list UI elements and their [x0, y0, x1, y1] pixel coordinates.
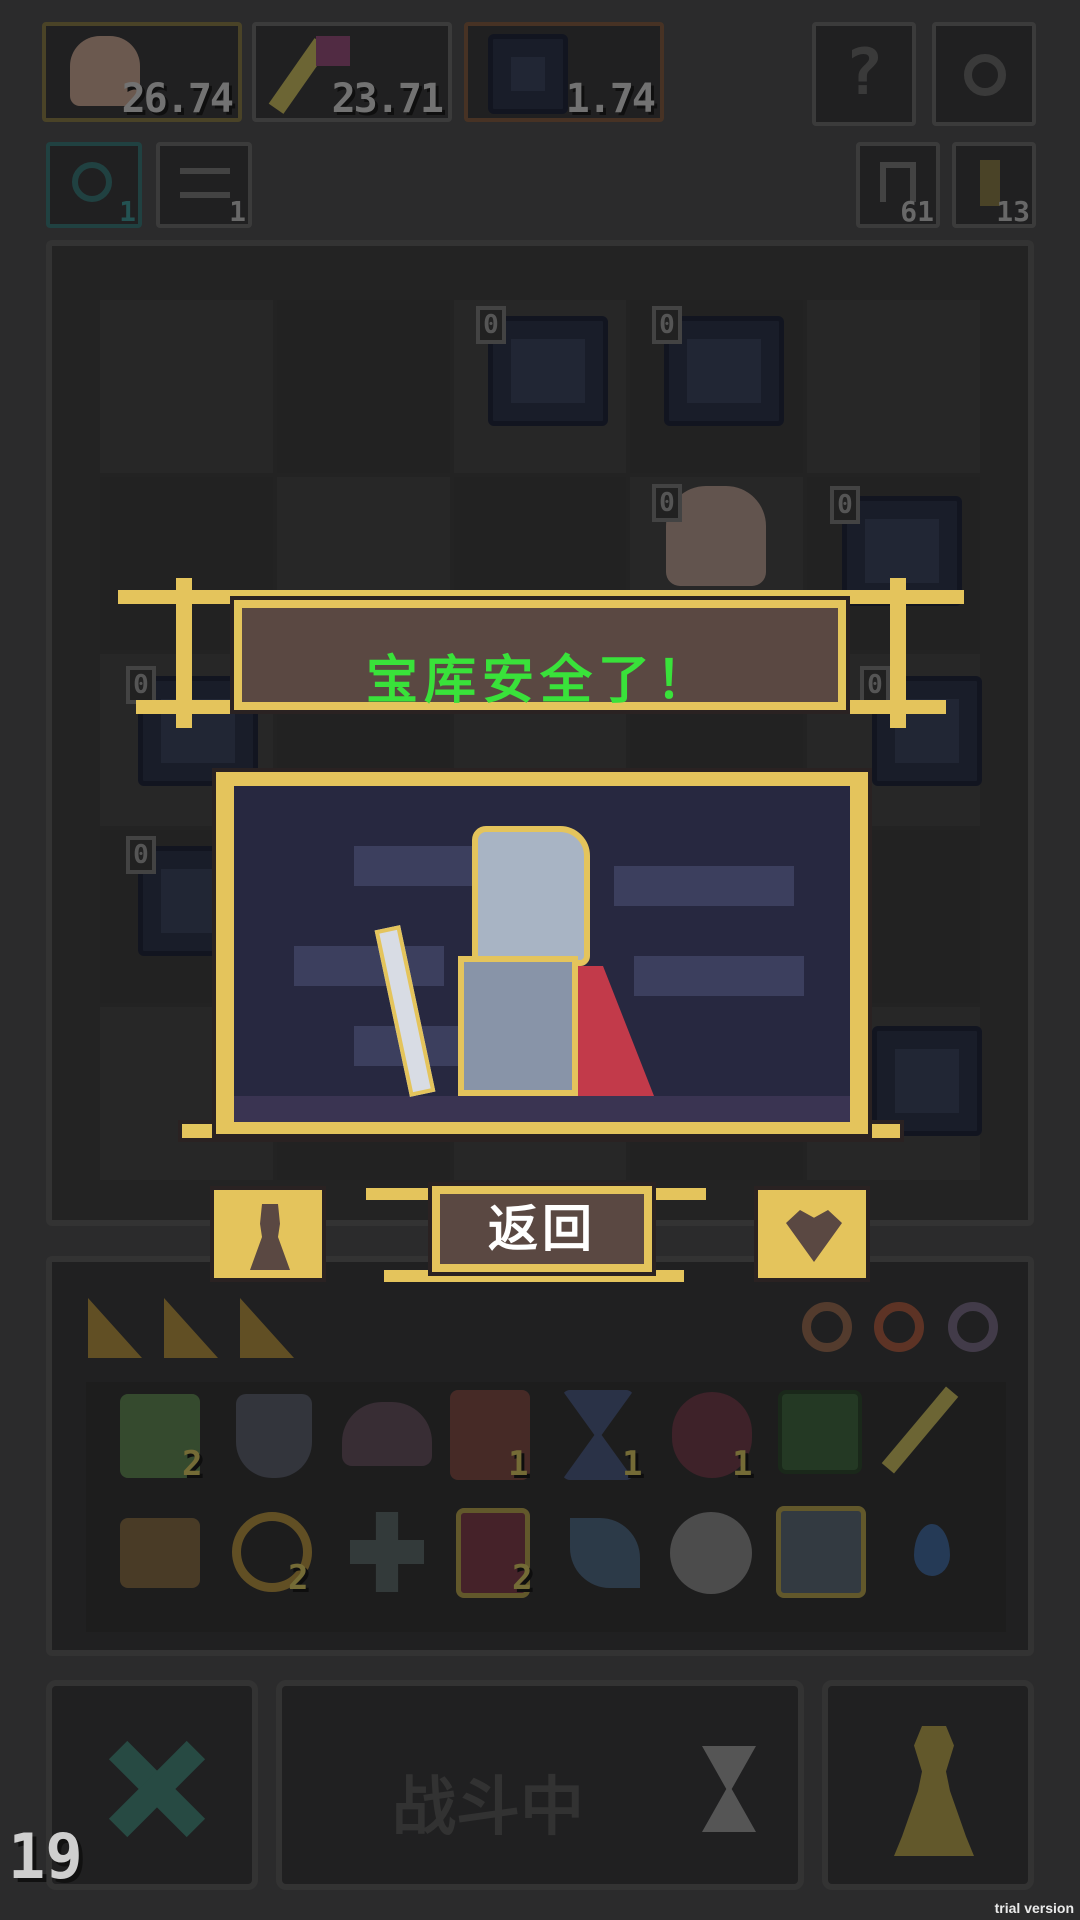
return-button[interactable]: 返回 [428, 1182, 656, 1276]
egg-item-icon[interactable] [670, 1512, 752, 1594]
staff-head-icon [316, 36, 350, 66]
help-button[interactable]: ? [812, 22, 916, 126]
trial-watermark: trial version [994, 1900, 1074, 1916]
scene-frame [212, 768, 872, 1138]
refresh-button[interactable]: 61 [856, 142, 940, 228]
banner-post-left [176, 578, 192, 728]
ring-icon [874, 1302, 924, 1352]
battle-label: 战斗中 [392, 1771, 584, 1845]
ring-icon [802, 1302, 852, 1352]
wall-brick [294, 946, 444, 986]
refresh-count: 61 [900, 195, 934, 228]
item-slots [86, 1382, 1006, 1632]
vault-tag: 0 [652, 484, 682, 522]
settings-button[interactable] [932, 22, 1036, 126]
floor [234, 1096, 850, 1122]
wall-brick [354, 846, 484, 886]
item-count: 1 [732, 1444, 753, 1484]
vault-tile[interactable] [488, 316, 608, 426]
ring-icon [948, 1302, 998, 1352]
clock-count: 1 [119, 195, 136, 228]
resource-value: 1.74 [565, 76, 656, 122]
scene-window [234, 786, 850, 1122]
heart-icon [786, 1210, 842, 1262]
knight-body-icon [458, 956, 578, 1096]
knight-helmet-icon [472, 826, 590, 966]
pawn-icon [250, 1204, 290, 1270]
item-count: 1 [622, 1444, 643, 1484]
gear-icon [964, 54, 1006, 96]
board-cell[interactable] [276, 300, 450, 473]
vault-icon [488, 34, 568, 114]
vault-tile[interactable] [664, 316, 784, 426]
inventory-panel: 2 1 1 1 2 2 [46, 1256, 1034, 1656]
vault-tag: 0 [126, 666, 156, 704]
banner-post-right [890, 578, 906, 728]
wall-brick [614, 866, 794, 906]
clock-icon [72, 162, 112, 202]
dialog-title: 宝库安全了！ [365, 651, 714, 711]
key-button[interactable]: 13 [952, 142, 1036, 228]
resource-vault[interactable]: 1.74 [464, 22, 664, 122]
vault-tag: 0 [652, 306, 682, 344]
shard-icon [88, 1298, 142, 1358]
board-cell[interactable] [100, 300, 273, 473]
return-label: 返回 [488, 1200, 596, 1258]
vault-tag: 0 [860, 666, 890, 704]
pawn-side-button[interactable] [210, 1186, 326, 1282]
board-cell[interactable] [807, 300, 980, 473]
resource-hero[interactable]: 26.74 [42, 22, 242, 122]
vault-tag: 0 [126, 836, 156, 874]
swap-icon [180, 168, 230, 198]
pawn-icon [894, 1726, 974, 1856]
clock-button[interactable]: 1 [46, 142, 142, 228]
vault-tag: 0 [830, 486, 860, 524]
item-count: 2 [182, 1444, 203, 1484]
shield-item-icon[interactable] [236, 1394, 312, 1478]
map-item-icon[interactable] [778, 1390, 862, 1474]
heart-side-button[interactable] [754, 1186, 870, 1282]
resource-staff[interactable]: 23.71 [252, 22, 452, 122]
vault-tag: 0 [476, 306, 506, 344]
key-count: 13 [996, 195, 1030, 228]
fence-item-icon[interactable] [120, 1518, 200, 1588]
hourglass-icon [702, 1746, 756, 1832]
helmet-item-icon[interactable] [342, 1402, 432, 1466]
title-banner: 宝库安全了！ [230, 596, 850, 714]
turn-counter: 19 [8, 1820, 83, 1893]
shard-icon [240, 1298, 294, 1358]
wall-brick [634, 956, 804, 996]
item-count: 1 [508, 1444, 529, 1484]
shard-icon [164, 1298, 218, 1358]
swap-count: 1 [229, 195, 246, 228]
item-count: 2 [512, 1558, 533, 1598]
swap-button[interactable]: 1 [156, 142, 252, 228]
claw-item-icon[interactable] [776, 1506, 866, 1598]
resource-value: 26.74 [121, 76, 234, 122]
question-icon: ? [844, 36, 884, 110]
pawn-button[interactable] [822, 1680, 1034, 1890]
resource-value: 23.71 [331, 76, 444, 122]
battle-button[interactable]: 战斗中 [276, 1680, 804, 1890]
item-count: 2 [288, 1558, 309, 1598]
